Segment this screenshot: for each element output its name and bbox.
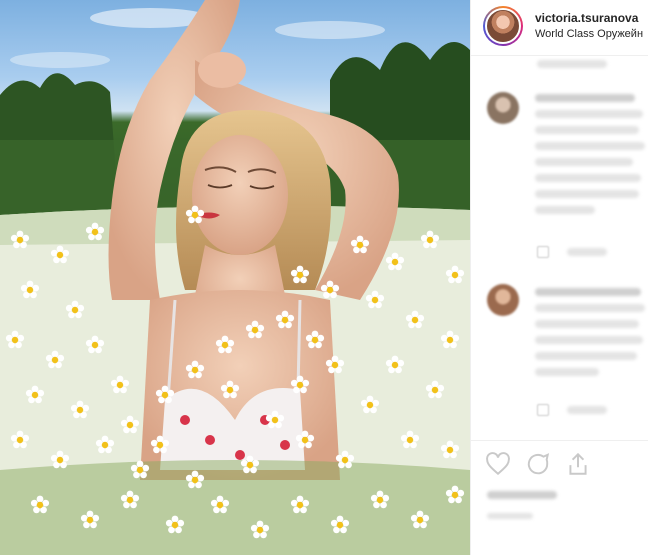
- blurred-text: [537, 60, 607, 68]
- comment-text-blurred: [535, 142, 645, 150]
- post-header: victoria.tsuranova World Class Оружейн: [471, 0, 648, 56]
- comment-avatar[interactable]: [487, 284, 519, 316]
- avatar[interactable]: [483, 6, 523, 46]
- comment-text-blurred: [535, 288, 641, 296]
- share-icon[interactable]: [565, 451, 591, 477]
- blurred-text: [567, 248, 607, 256]
- post-actions: [471, 440, 648, 555]
- comment-text-blurred: [535, 336, 643, 344]
- username-link[interactable]: victoria.tsuranova: [535, 11, 638, 25]
- location-link[interactable]: World Class Оружейн: [535, 28, 643, 40]
- comment-text-blurred: [535, 174, 641, 182]
- comment-text-blurred: [535, 158, 633, 166]
- comment-text-blurred: [535, 94, 635, 102]
- comment-avatar[interactable]: [487, 92, 519, 124]
- timestamp-blurred: [487, 513, 533, 519]
- heart-icon[interactable]: [485, 451, 511, 477]
- reply-icon[interactable]: [537, 404, 549, 416]
- comment-text-blurred: [535, 190, 639, 198]
- post-sidebar: victoria.tsuranova World Class Оружейн: [470, 0, 648, 555]
- comment-text-blurred: [535, 110, 643, 118]
- avatar-image: [485, 8, 521, 44]
- reply-icon[interactable]: [537, 246, 549, 258]
- comments-list: [471, 56, 648, 436]
- comment-text-blurred: [535, 320, 639, 328]
- photo-scene: [0, 0, 470, 555]
- blurred-text: [567, 406, 607, 414]
- likes-count-blurred: [487, 491, 557, 499]
- comment-text-blurred: [535, 304, 645, 312]
- instagram-post-view: victoria.tsuranova World Class Оружейн: [0, 0, 648, 555]
- comment-text-blurred: [535, 206, 595, 214]
- comment-text-blurred: [535, 126, 639, 134]
- comment-bubble-icon[interactable]: [525, 451, 551, 477]
- comment-text-blurred: [535, 352, 637, 360]
- post-photo[interactable]: [0, 0, 470, 555]
- comment-text-blurred: [535, 368, 599, 376]
